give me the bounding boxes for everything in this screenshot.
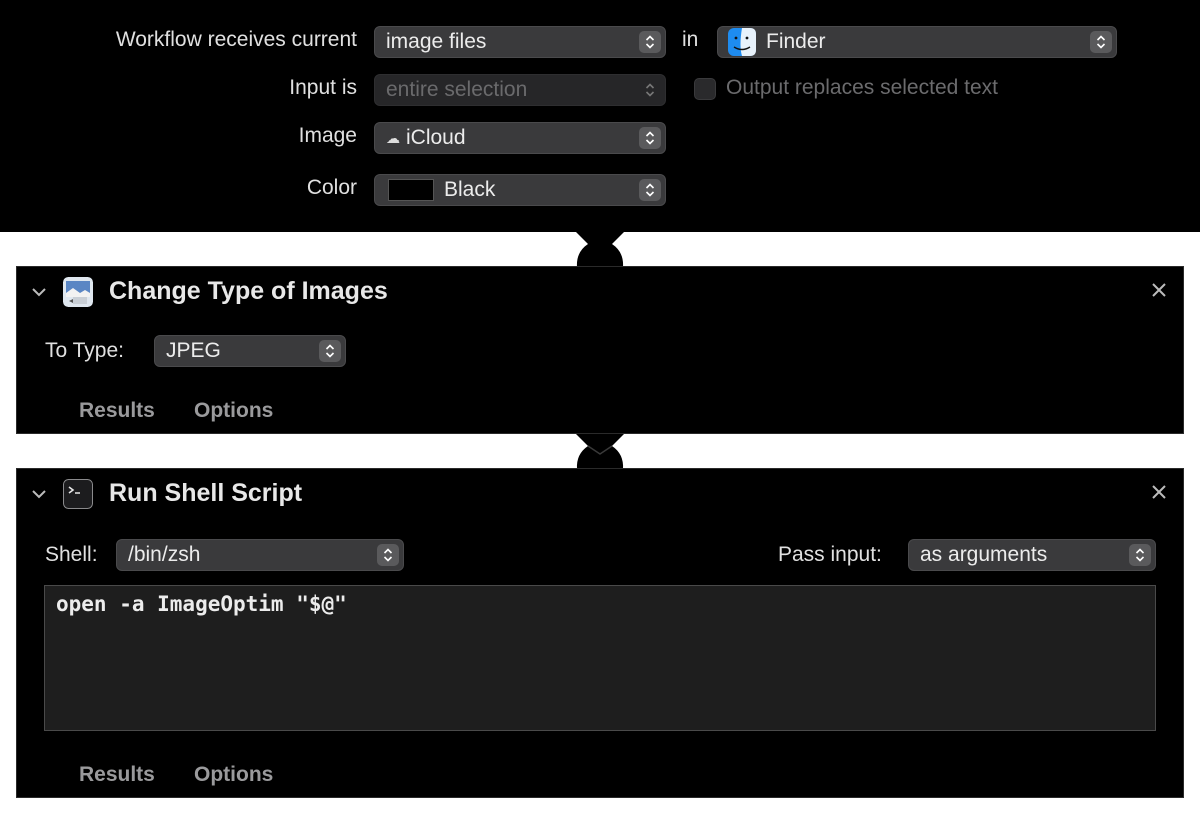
results-tab[interactable]: Results bbox=[79, 399, 155, 423]
cloud-icon: ☁ bbox=[386, 129, 400, 146]
workflow-settings-panel: Workflow receives current image files in… bbox=[0, 0, 1200, 232]
application-value: Finder bbox=[766, 30, 826, 53]
output-replaces-label: Output replaces selected text bbox=[726, 76, 998, 99]
input-is-value: entire selection bbox=[386, 78, 528, 101]
chevron-up-down-icon bbox=[639, 127, 661, 149]
action-connector bbox=[576, 434, 624, 469]
input-is-popup: entire selection bbox=[374, 74, 666, 106]
terminal-icon bbox=[63, 479, 93, 509]
application-popup[interactable]: Finder bbox=[717, 26, 1117, 58]
to-type-popup[interactable]: JPEG bbox=[154, 335, 346, 367]
to-type-value: JPEG bbox=[166, 339, 221, 362]
color-value: Black bbox=[444, 178, 496, 201]
results-tab[interactable]: Results bbox=[79, 763, 155, 787]
script-editor[interactable]: open -a ImageOptim "$@" bbox=[44, 585, 1156, 731]
disclosure-chevron-icon[interactable] bbox=[29, 282, 49, 302]
receives-type-value: image files bbox=[386, 30, 487, 53]
chevron-up-down-icon bbox=[639, 179, 661, 201]
image-popup[interactable]: ☁ iCloud bbox=[374, 122, 666, 154]
chevron-up-down-icon bbox=[377, 544, 399, 566]
options-tab[interactable]: Options bbox=[194, 763, 273, 787]
options-tab[interactable]: Options bbox=[194, 399, 273, 423]
color-label: Color bbox=[306, 176, 357, 199]
action-title: Run Shell Script bbox=[109, 479, 303, 507]
shell-popup[interactable]: /bin/zsh bbox=[116, 539, 404, 571]
color-popup[interactable]: Black bbox=[374, 174, 666, 206]
chevron-up-down-icon bbox=[319, 340, 341, 362]
image-label: Image bbox=[298, 124, 357, 147]
color-swatch bbox=[388, 179, 434, 201]
action-change-type-of-images: Change Type of Images To Type: JPEG Resu… bbox=[16, 266, 1184, 434]
chevron-up-down-icon bbox=[639, 79, 661, 101]
shell-label: Shell: bbox=[45, 543, 98, 566]
image-value: iCloud bbox=[406, 126, 466, 149]
chevron-up-down-icon bbox=[1129, 544, 1151, 566]
shell-value: /bin/zsh bbox=[128, 543, 201, 566]
workflow-receives-label: Workflow receives current bbox=[115, 28, 357, 51]
pass-input-value: as arguments bbox=[920, 543, 1048, 566]
input-is-label: Input is bbox=[289, 76, 357, 99]
finder-icon bbox=[728, 28, 756, 56]
pass-input-label: Pass input: bbox=[778, 543, 882, 566]
to-type-label: To Type: bbox=[45, 339, 124, 362]
receives-type-popup[interactable]: image files bbox=[374, 26, 666, 58]
in-label: in bbox=[682, 28, 699, 51]
chevron-up-down-icon bbox=[1090, 31, 1112, 53]
disclosure-chevron-icon[interactable] bbox=[29, 484, 49, 504]
pass-input-popup[interactable]: as arguments bbox=[908, 539, 1156, 571]
action-run-shell-script: Run Shell Script Shell: /bin/zsh Pass in… bbox=[16, 468, 1184, 798]
close-icon[interactable] bbox=[1149, 280, 1169, 300]
preview-image-icon bbox=[63, 277, 93, 307]
action-title: Change Type of Images bbox=[109, 277, 388, 305]
close-icon[interactable] bbox=[1149, 482, 1169, 502]
chevron-up-down-icon bbox=[639, 31, 661, 53]
output-replaces-checkbox[interactable] bbox=[694, 78, 716, 100]
action-connector bbox=[576, 232, 624, 267]
